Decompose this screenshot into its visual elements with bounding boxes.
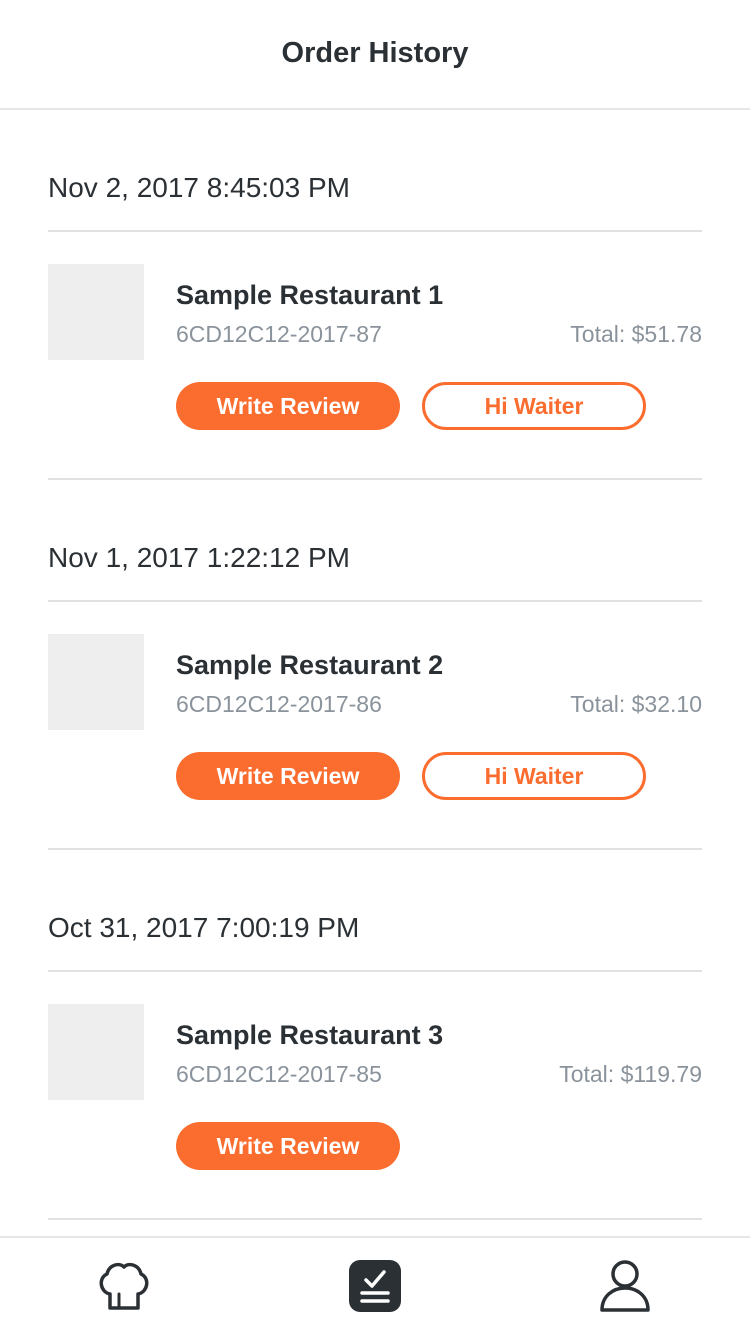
hi-waiter-button[interactable]: Hi Waiter — [422, 382, 646, 430]
order-list-icon — [347, 1258, 403, 1319]
order-code: 6CD12C12-2017-87 — [176, 321, 382, 347]
tab-order-history[interactable] — [343, 1256, 407, 1320]
divider — [48, 600, 702, 602]
hi-waiter-button[interactable]: Hi Waiter — [422, 752, 646, 800]
page-title: Order History — [281, 36, 469, 69]
user-icon — [595, 1256, 655, 1321]
divider — [48, 1218, 702, 1220]
write-review-button[interactable]: Write Review — [176, 752, 400, 800]
restaurant-thumbnail[interactable] — [48, 264, 144, 360]
restaurant-name[interactable]: Sample Restaurant 1 — [176, 280, 443, 311]
app-header: Order History — [0, 0, 750, 110]
order-list[interactable]: Nov 2, 2017 8:45:03 PM Sample Restaurant… — [0, 110, 750, 1236]
order-code: 6CD12C12-2017-85 — [176, 1061, 382, 1087]
restaurant-thumbnail[interactable] — [48, 1004, 144, 1100]
tab-profile[interactable] — [593, 1256, 657, 1320]
order-code: 6CD12C12-2017-86 — [176, 691, 382, 717]
divider — [48, 970, 702, 972]
order-item: Nov 1, 2017 1:22:12 PM Sample Restaurant… — [48, 480, 702, 850]
order-total: Total: $119.79 — [559, 1061, 702, 1087]
tab-restaurants[interactable] — [92, 1256, 156, 1320]
order-date: Oct 31, 2017 7:00:19 PM — [48, 912, 360, 943]
order-total: Total: $32.10 — [570, 691, 702, 717]
restaurant-name[interactable]: Sample Restaurant 3 — [176, 1020, 443, 1051]
divider — [48, 230, 702, 232]
order-total: Total: $51.78 — [570, 321, 702, 347]
order-date: Nov 1, 2017 1:22:12 PM — [48, 542, 350, 573]
order-item: Oct 31, 2017 7:00:19 PM Sample Restauran… — [48, 850, 702, 1220]
write-review-button[interactable]: Write Review — [176, 382, 400, 430]
chef-hat-icon — [94, 1256, 154, 1321]
bottom-tab-bar — [0, 1236, 750, 1334]
order-item: Nov 2, 2017 8:45:03 PM Sample Restaurant… — [48, 110, 702, 480]
restaurant-thumbnail[interactable] — [48, 634, 144, 730]
restaurant-name[interactable]: Sample Restaurant 2 — [176, 650, 443, 681]
write-review-button[interactable]: Write Review — [176, 1122, 400, 1170]
order-date: Nov 2, 2017 8:45:03 PM — [48, 172, 350, 203]
